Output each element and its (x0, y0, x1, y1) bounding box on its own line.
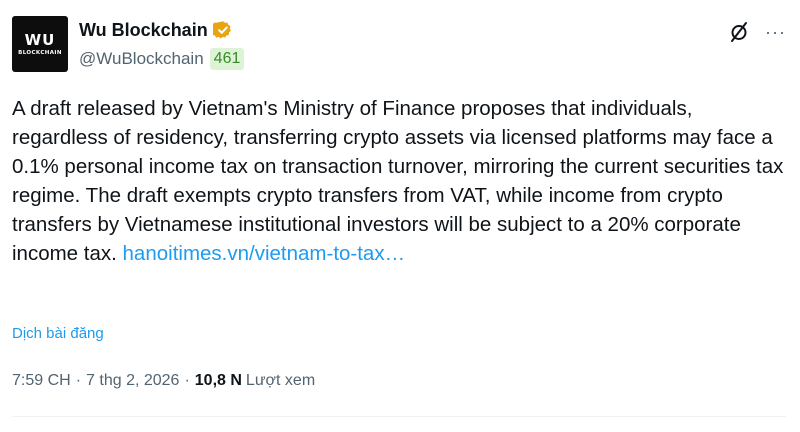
avatar-text-sub: BLOCKCHAIN (18, 50, 62, 56)
meta-separator: · (75, 372, 82, 389)
post-body: A draft released by Vietnam's Ministry o… (12, 97, 784, 265)
tweet-header: WU BLOCKCHAIN Wu Blockchain @WuBlockchai… (12, 16, 786, 76)
tweet: WU BLOCKCHAIN Wu Blockchain @WuBlockchai… (0, 0, 800, 432)
handle-row: @WuBlockchain 461 (79, 47, 245, 71)
post-meta: 7:59 CH · 7 thg 2, 2026 · 10,8 N Lượt xe… (12, 372, 315, 390)
author-names: Wu Blockchain @WuBlockchain 461 (79, 18, 245, 71)
meta-separator: · (184, 372, 190, 389)
header-actions: ··· (727, 20, 786, 44)
handle[interactable]: @WuBlockchain (79, 49, 204, 69)
translate-post-button[interactable]: Dịch bài đăng (12, 325, 104, 342)
grok-slash-icon[interactable] (727, 20, 751, 44)
follower-count-badge: 461 (209, 48, 245, 70)
post-date[interactable]: 7 thg 2, 2026 (86, 372, 179, 390)
post-link[interactable]: hanoitimes.vn/vietnam-to-tax… (123, 242, 406, 265)
display-name[interactable]: Wu Blockchain (79, 20, 208, 41)
verified-badge-icon (210, 20, 233, 40)
views-label: Lượt xem (245, 372, 316, 389)
post-time[interactable]: 7:59 CH (12, 372, 71, 390)
views-count[interactable]: 10,8 N (195, 372, 242, 390)
avatar-text-main: WU (24, 31, 56, 49)
avatar[interactable]: WU BLOCKCHAIN (12, 16, 68, 72)
divider (12, 416, 786, 417)
more-options-icon[interactable]: ··· (765, 20, 786, 44)
display-name-row: Wu Blockchain (79, 18, 244, 42)
post-text: A draft released by Vietnam's Ministry o… (12, 94, 787, 268)
